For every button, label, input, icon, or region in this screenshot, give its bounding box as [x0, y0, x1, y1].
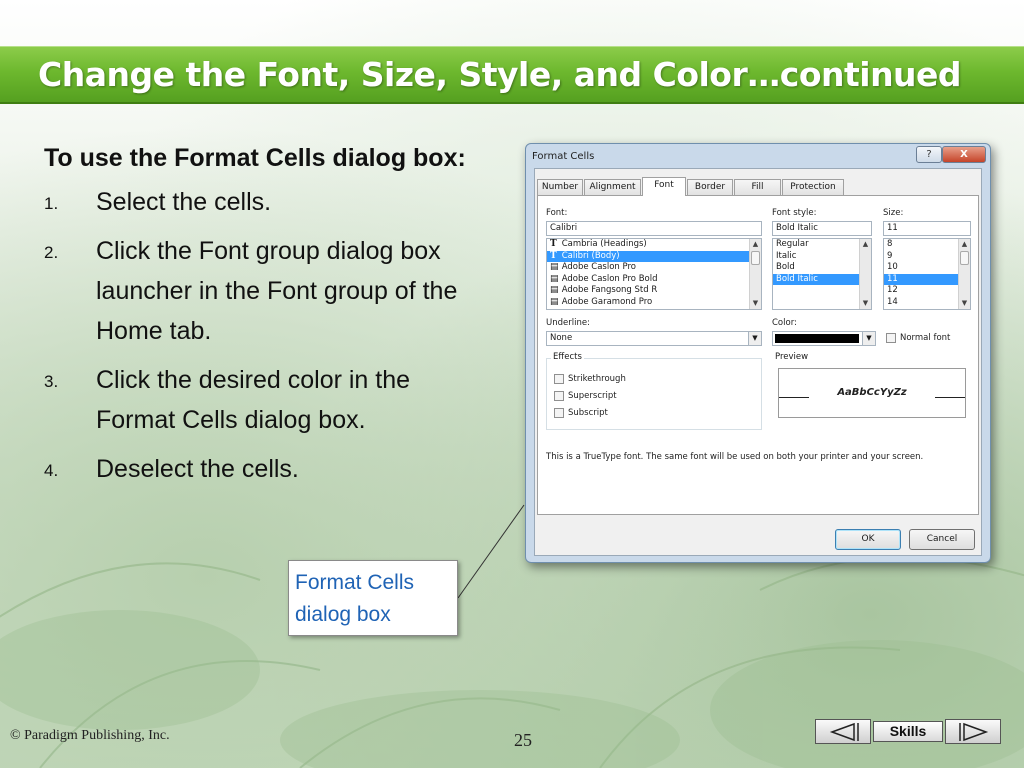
copyright-text: © Paradigm Publishing, Inc.: [10, 728, 170, 743]
skills-button[interactable]: Skills: [873, 721, 943, 742]
truetype-info-text: This is a TrueType font. The same font w…: [546, 452, 924, 462]
superscript-label: Superscript: [568, 391, 617, 401]
dialog-title: Format Cells: [532, 151, 595, 162]
list-item[interactable]: Italic: [773, 251, 871, 263]
opentype-icon: ▤: [550, 262, 559, 272]
subscript-label: Subscript: [568, 408, 608, 418]
font-style-input[interactable]: Bold Italic: [772, 221, 872, 236]
opentype-icon: ▤: [550, 296, 559, 307]
superscript-checkbox[interactable]: [554, 391, 564, 401]
slide-navigation: Skills: [815, 719, 1001, 745]
truetype-icon: T: [550, 250, 557, 261]
strikethrough-label: Strikethrough: [568, 374, 626, 384]
ok-button[interactable]: OK: [835, 529, 901, 550]
subscript-checkbox[interactable]: [554, 408, 564, 418]
preview-text: AaBbCcYyZz: [837, 387, 907, 398]
color-swatch: [775, 334, 859, 343]
scroll-up-icon[interactable]: ▲: [750, 239, 761, 250]
close-button[interactable]: X: [942, 146, 986, 163]
triangle-left-icon: [829, 722, 859, 742]
font-label: Font:: [546, 208, 568, 218]
scroll-down-icon[interactable]: ▼: [750, 298, 761, 309]
tab-alignment[interactable]: Alignment: [584, 179, 641, 195]
list-item[interactable]: ▤ Adobe Caslon Pro Bold: [547, 274, 761, 286]
font-list[interactable]: T Cambria (Headings) T Calibri (Body) ▤ …: [546, 238, 762, 310]
list-item[interactable]: ▤ Adobe Garamond Pro: [547, 297, 761, 309]
size-list-scrollbar[interactable]: ▲ ▼: [958, 239, 970, 309]
font-list-scrollbar[interactable]: ▲ ▼: [749, 239, 761, 309]
list-item[interactable]: Bold Italic: [773, 273, 871, 285]
scroll-down-icon[interactable]: ▼: [959, 298, 970, 309]
truetype-icon: T: [550, 239, 557, 249]
normal-font-label: Normal font: [900, 333, 951, 343]
callout-box: Format Cells dialog box: [288, 560, 458, 636]
tab-protection[interactable]: Protection: [782, 179, 844, 195]
cancel-button[interactable]: Cancel: [909, 529, 975, 550]
preview-label: Preview: [773, 352, 811, 362]
opentype-icon: ▤: [550, 285, 559, 295]
list-item[interactable]: ▤ Adobe Fangsong Std R: [547, 285, 761, 297]
preview-box: AaBbCcYyZz: [778, 368, 966, 418]
font-style-label: Font style:: [772, 208, 817, 218]
size-list[interactable]: 8 9 10 11 12 14 ▲ ▼: [883, 238, 971, 310]
size-label: Size:: [883, 208, 904, 218]
list-item[interactable]: ▤ Adobe Caslon Pro: [547, 262, 761, 274]
effects-label: Effects: [551, 352, 584, 362]
chevron-down-icon[interactable]: ▼: [862, 332, 875, 345]
triangle-right-icon: [959, 722, 989, 742]
scroll-down-icon[interactable]: ▼: [860, 298, 871, 309]
help-button[interactable]: ?: [916, 146, 942, 163]
size-input[interactable]: 11: [883, 221, 971, 236]
scroll-up-icon[interactable]: ▲: [860, 239, 871, 250]
underline-select[interactable]: None ▼: [546, 331, 762, 346]
underline-label: Underline:: [546, 318, 590, 328]
tab-number[interactable]: Number: [537, 179, 583, 195]
underline-value: None: [550, 333, 573, 343]
strikethrough-checkbox[interactable]: [554, 374, 564, 384]
list-item[interactable]: Bold: [773, 262, 871, 274]
font-style-list[interactable]: Regular Italic Bold Bold Italic ▲ ▼: [772, 238, 872, 310]
opentype-icon: ▤: [550, 273, 559, 284]
font-style-scrollbar[interactable]: ▲ ▼: [859, 239, 871, 309]
previous-button[interactable]: [815, 719, 871, 744]
scroll-up-icon[interactable]: ▲: [959, 239, 970, 250]
list-item[interactable]: Regular: [773, 239, 871, 251]
next-button[interactable]: [945, 719, 1001, 744]
format-cells-dialog: Format Cells ? X Number Alignment Font B…: [525, 143, 991, 563]
page-number: 25: [514, 730, 532, 750]
dialog-body: Number Alignment Font Border Fill Protec…: [534, 168, 982, 556]
font-input[interactable]: Calibri: [546, 221, 762, 236]
tab-font[interactable]: Font: [642, 177, 686, 196]
tab-border[interactable]: Border: [687, 179, 733, 195]
color-label: Color:: [772, 318, 797, 328]
list-item[interactable]: T Cambria (Headings): [547, 239, 761, 251]
normal-font-checkbox[interactable]: [886, 333, 896, 343]
callout-text: Format Cells dialog box: [295, 571, 415, 626]
color-picker[interactable]: ▼: [772, 331, 876, 346]
tab-fill[interactable]: Fill: [734, 179, 781, 195]
list-item[interactable]: T Calibri (Body): [547, 250, 761, 262]
font-tab-panel: Font: Calibri T Cambria (Headings) T Cal…: [537, 195, 979, 515]
chevron-down-icon[interactable]: ▼: [748, 332, 761, 345]
